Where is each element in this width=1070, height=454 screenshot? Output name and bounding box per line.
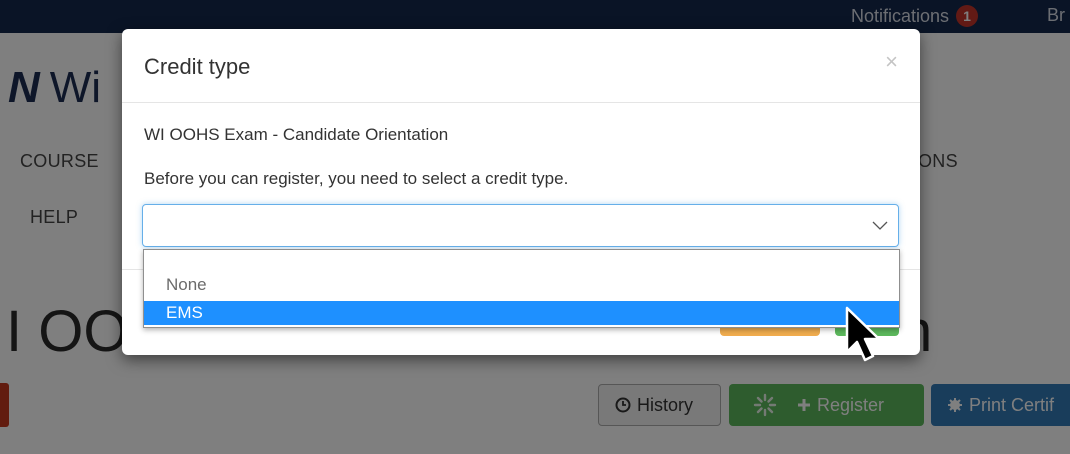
option-none[interactable]: None bbox=[144, 273, 899, 297]
credit-type-select[interactable] bbox=[142, 204, 899, 247]
modal-title: Credit type bbox=[144, 54, 251, 79]
credit-type-options-list: None EMS bbox=[143, 249, 900, 328]
modal-header: Credit type × bbox=[122, 29, 920, 103]
chevron-down-icon bbox=[872, 221, 888, 230]
mouse-cursor-icon bbox=[845, 306, 881, 362]
course-name: WI OOHS Exam - Candidate Orientation bbox=[144, 125, 449, 144]
option-ems[interactable]: EMS bbox=[144, 301, 899, 325]
close-icon[interactable]: × bbox=[885, 49, 898, 75]
instruction-text: Before you can register, you need to sel… bbox=[144, 169, 569, 188]
